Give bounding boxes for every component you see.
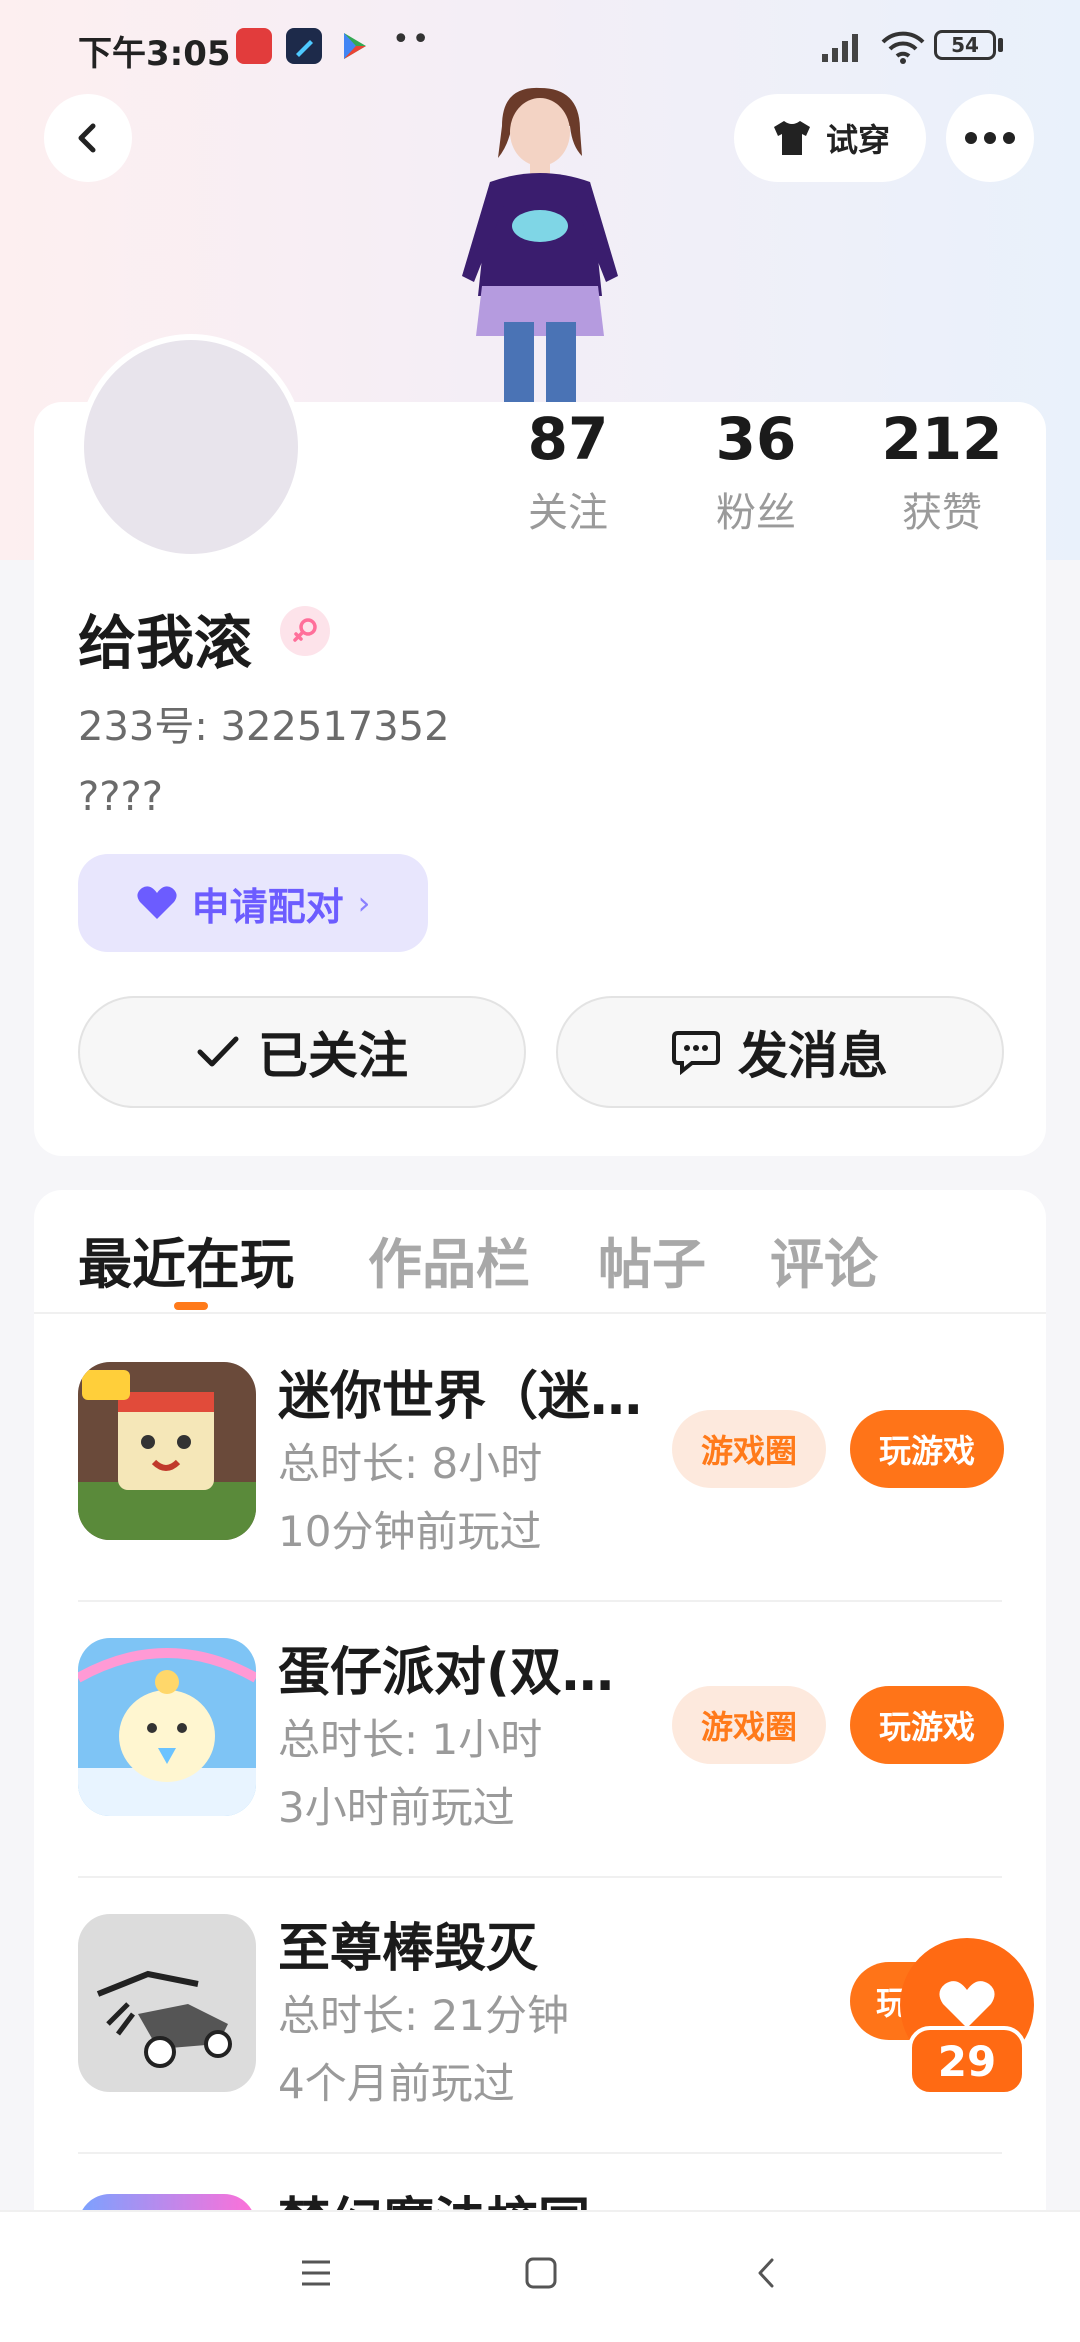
game-duration: 总时长: 8小时 [278,1439,543,1488]
like-count-badge: 29 [908,2026,1026,2096]
stat-label: 粉丝 [716,490,796,536]
user-id: 233号: 322517352 [78,704,450,750]
avatar-3d-figure[interactable] [432,86,648,404]
try-on-button[interactable]: 试穿 [734,94,926,182]
stat-value: 87 [527,405,609,473]
stat-label: 关注 [528,490,608,536]
tab-comments[interactable]: 评论 [770,1220,878,1299]
tab-posts[interactable]: 帖子 [598,1220,706,1299]
game-icon [78,1638,256,1816]
stat-likes[interactable]: 212 获赞 [862,404,1022,538]
more-notifications-icon: •• [392,22,432,57]
news-app-icon [236,28,272,64]
tshirt-icon [773,121,810,155]
list-item[interactable]: 蛋仔派对(双… 总时长: 1小时 3小时前玩过 游戏圈 玩游戏 [78,1600,1004,1878]
editor-app-icon [286,28,322,64]
game-title: 梦幻魔法校园 [278,2180,590,2210]
game-title: 至尊棒毁灭 [278,1919,539,1979]
chevron-left-icon [78,123,96,153]
try-on-label: 试穿 [825,121,890,159]
following-button[interactable]: 已关注 [78,996,526,1108]
game-icon [78,2194,256,2210]
game-circle-button[interactable]: 游戏圈 [672,1410,826,1488]
stat-followers[interactable]: 36 粉丝 [676,404,836,538]
play-game-button[interactable]: 玩游戏 [850,1686,1004,1764]
heart-icon [137,886,177,919]
active-tab-indicator [174,1302,208,1310]
user-bio: ???? [78,774,163,820]
request-match-button[interactable]: 申请配对 › [78,854,428,952]
home-icon[interactable] [524,2256,558,2290]
list-item[interactable]: 迷你世界（迷… 总时长: 8小时 10分钟前玩过 游戏圈 玩游戏 [78,1324,1004,1602]
battery-icon: 54 [934,30,996,60]
play-game-button[interactable]: 玩游戏 [850,1410,1004,1488]
tab-works[interactable]: 作品栏 [368,1220,530,1299]
back-button[interactable] [44,94,132,182]
send-message-label: 发消息 [738,1027,888,1085]
game-duration: 总时长: 1小时 [278,1715,543,1764]
game-last-played: 4个月前玩过 [278,2059,515,2108]
user-name: 给我滚 [78,609,253,677]
game-duration: 总时长: 21分钟 [278,1991,569,2040]
send-message-button[interactable]: 发消息 [556,996,1004,1108]
content-panel: 最近在玩 作品栏 帖子 评论 迷你世界（迷… 总时长: 8小时 10分钟前玩过 … [34,1190,1046,2210]
stat-label: 获赞 [902,490,982,536]
game-title: 蛋仔派对(双… [278,1643,614,1703]
wifi-icon [881,31,925,64]
game-title: 迷你世界（迷… [278,1367,643,1427]
request-match-label: 申请配对 [191,884,344,929]
tab-bar: 最近在玩 作品栏 帖子 评论 [34,1190,1046,1314]
chevron-right-icon: › [357,884,371,922]
list-item[interactable]: 至尊棒毁灭 总时长: 21分钟 4个月前玩过 玩 [78,1876,1004,2154]
status-time: 下午3:05 [78,34,231,74]
heart-icon [939,1981,995,2028]
game-icon [78,1362,256,1540]
stat-value: 36 [715,405,797,473]
stat-following[interactable]: 87 关注 [488,404,648,538]
status-bar: 下午3:05 •• 54 [0,0,1080,96]
more-dots-icon [965,132,1015,144]
list-item[interactable]: 梦幻魔法校园 [78,2190,1002,2210]
avatar[interactable] [78,334,304,560]
check-icon [197,1036,239,1067]
more-options-button[interactable] [946,94,1034,182]
game-last-played: 10分钟前玩过 [278,1507,542,1556]
female-gender-icon [280,606,330,656]
game-last-played: 3小时前玩过 [278,1783,515,1832]
stat-value: 212 [881,405,1003,473]
tab-recently-played[interactable]: 最近在玩 [78,1220,294,1299]
chat-bubble-icon [672,1031,720,1075]
system-nav-bar [0,2210,1080,2342]
following-label: 已关注 [258,1027,408,1085]
menu-icon[interactable] [298,2256,334,2290]
game-circle-button[interactable]: 游戏圈 [672,1686,826,1764]
game-icon [78,1914,256,2092]
signal-icon [822,34,858,62]
play-store-icon [336,28,372,64]
back-nav-icon[interactable] [752,2256,782,2290]
battery-nub [998,38,1003,52]
